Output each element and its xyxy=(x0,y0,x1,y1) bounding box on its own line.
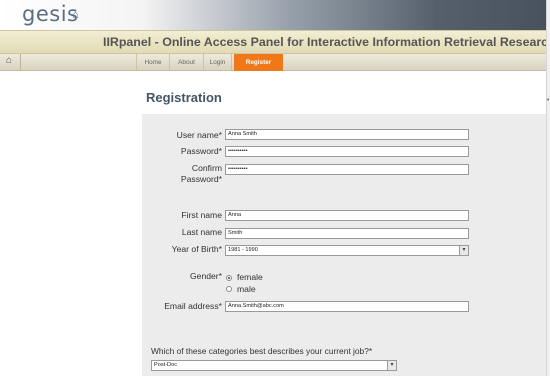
email-field[interactable]: Anna.Smith@abc.com xyxy=(225,301,469,312)
first-name-label: First name xyxy=(181,210,222,220)
gender-label: Gender* xyxy=(189,271,222,281)
last-name-label: Last name xyxy=(181,227,222,237)
main-nav: ⌂ Home About Login Register xyxy=(0,54,546,71)
nav-login-link[interactable]: Login xyxy=(203,54,232,71)
year-of-birth-label: Year of Birth* xyxy=(171,244,222,254)
gesis-logo[interactable]: gesis xyxy=(22,2,78,26)
house-icon[interactable]: ⌂ xyxy=(6,55,12,66)
page-scrollbar[interactable] xyxy=(546,0,550,376)
top-bar: gesis ⌂ xyxy=(0,0,546,30)
site-title: IIRpanel - Online Access Panel for Inter… xyxy=(103,35,550,49)
job-category-value: Post-Doc xyxy=(154,362,178,368)
nav-about-link[interactable]: About xyxy=(169,54,203,71)
username-field[interactable]: Anna Smith xyxy=(225,129,469,140)
gender-male-label[interactable]: male xyxy=(237,284,256,294)
first-name-field[interactable]: Anna xyxy=(225,210,469,221)
year-of-birth-select[interactable]: 1981 - 1990 ▾ xyxy=(225,245,469,256)
confirm-password-label-line2: Password* xyxy=(180,174,222,184)
last-name-field[interactable]: Smith xyxy=(225,228,469,239)
job-question-label: Which of these categories best describes… xyxy=(151,346,373,356)
chevron-down-icon[interactable]: ▾ xyxy=(387,361,396,370)
nav-register-link[interactable]: Register xyxy=(234,54,283,71)
nav-home-link[interactable]: Home xyxy=(136,54,169,71)
scroll-arrow-icon[interactable]: ◂ xyxy=(546,96,549,103)
username-label: User name* xyxy=(176,130,222,140)
email-label: Email address* xyxy=(164,301,222,311)
gender-female-radio[interactable] xyxy=(226,275,232,281)
gender-male-radio[interactable] xyxy=(226,286,232,292)
gender-female-label[interactable]: female xyxy=(237,272,263,282)
password-label: Password* xyxy=(180,146,222,156)
house-icon[interactable]: ⌂ xyxy=(72,9,79,21)
job-category-select[interactable]: Post-Doc ▾ xyxy=(151,360,397,371)
password-field[interactable]: •••••••••• xyxy=(225,146,469,157)
page-title: Registration xyxy=(146,90,222,105)
chevron-down-icon[interactable]: ▾ xyxy=(459,246,468,255)
confirm-password-field[interactable]: •••••••••• xyxy=(225,164,469,175)
year-of-birth-value: 1981 - 1990 xyxy=(228,247,258,253)
confirm-password-label-line1: Confirm xyxy=(191,163,222,173)
nav-divider xyxy=(20,54,21,71)
title-bar: IIRpanel - Online Access Panel for Inter… xyxy=(0,30,550,54)
